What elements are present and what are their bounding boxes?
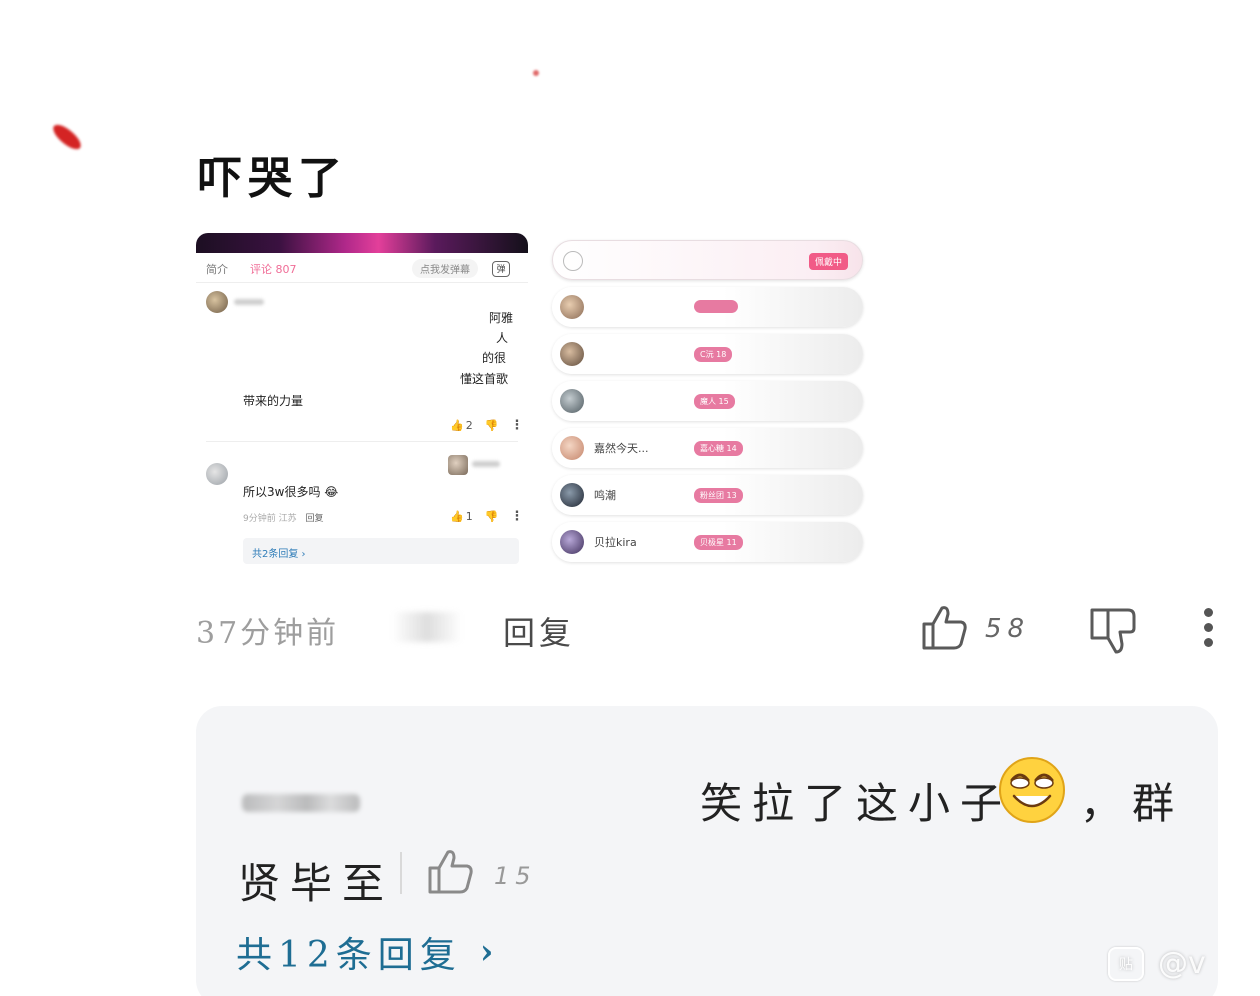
reply-username-blurred — [242, 794, 360, 812]
decorative-red-dot — [533, 70, 539, 76]
thumbs-up-icon[interactable] — [424, 846, 476, 898]
avatar — [560, 530, 584, 554]
username-blurred — [472, 461, 500, 467]
fan-name: 嘉然今天... — [594, 442, 649, 455]
reply-text: 笑拉了这小子 — [700, 779, 1013, 828]
tab-comments: 评论 807 — [250, 262, 297, 276]
fan-badge-row: 佩戴中 — [552, 240, 863, 280]
reply-text: ，群 — [1080, 779, 1185, 828]
watermark-text: @v — [1158, 946, 1206, 981]
fan-badge-row: 贝拉kira 贝极星 11 — [552, 522, 863, 562]
reply-button[interactable]: 回复 — [503, 608, 575, 654]
fan-badge — [694, 300, 738, 313]
video-strip — [196, 233, 528, 253]
username-blurred — [234, 299, 264, 305]
comment-line: 阿雅 — [489, 311, 514, 325]
thumbs-down-icon: 👎 — [484, 510, 499, 523]
comment-line: 的很 — [482, 351, 507, 365]
thumbs-up-icon: 👍 — [450, 510, 464, 523]
avatar — [448, 455, 468, 475]
fan-badge-row — [552, 287, 863, 327]
sub-reply-link: 共2条回复 › — [243, 538, 519, 564]
fan-badge-row: 鸣潮 粉丝团 13 — [552, 475, 863, 515]
like-count: 1 — [465, 510, 473, 523]
like-count: 58 — [985, 614, 1031, 644]
avatar — [560, 483, 584, 507]
thumbs-up-icon: 👍 — [450, 419, 464, 432]
divider — [206, 441, 518, 442]
avatar — [206, 463, 228, 485]
fan-badge: 魔人 15 — [694, 394, 735, 409]
avatar — [560, 389, 584, 413]
loading-icon — [563, 251, 583, 271]
avatar — [560, 342, 584, 366]
fan-badge: 贝极星 11 — [694, 535, 743, 550]
avatar — [560, 436, 584, 460]
comment-line: 带来的力量 — [243, 394, 304, 408]
laughing-emoji-icon — [999, 757, 1065, 823]
fan-badge-row: 嘉然今天... 嘉心糖 14 — [552, 428, 863, 468]
decorative-red-mark — [49, 120, 85, 154]
chevron-right-icon: › — [479, 932, 500, 972]
location-blurred — [392, 612, 462, 642]
wearing-badge: 佩戴中 — [808, 253, 848, 270]
comment-timestamp: 37分钟前 — [196, 616, 340, 651]
watermark: 贴 @v — [1108, 946, 1206, 981]
reply-text: 贤毕至 — [238, 859, 395, 908]
fan-badge-row: C沅 18 — [552, 334, 863, 374]
more-vertical-icon: ⋮ — [510, 418, 524, 433]
embedded-tab-bar: 简介 评论 807 点我发弹幕 弹 — [196, 255, 528, 283]
reply-like-count: 15 — [494, 862, 537, 890]
more-vertical-icon[interactable] — [1200, 608, 1216, 654]
fan-badge-row: 魔人 15 — [552, 381, 863, 421]
embedded-screenshot-fan-badges[interactable]: 佩戴中 C沅 18 魔人 15 嘉然今天... 嘉心糖 14 鸣潮 粉丝团 13… — [552, 238, 864, 568]
comment-text: 所以3w很多吗 😂 — [243, 485, 339, 499]
thumbs-up-icon[interactable] — [918, 602, 970, 654]
embedded-screenshot-comments[interactable]: 简介 评论 807 点我发弹幕 弹 阿雅 人 的很 懂这首歌 带来的力量 👍 2… — [196, 233, 528, 573]
fan-name: 鸣潮 — [594, 489, 616, 502]
more-vertical-icon: ⋮ — [510, 509, 524, 524]
fan-name: 贝拉kira — [594, 536, 637, 549]
comment-actions: 👍 2 👎 ⋮ — [450, 418, 523, 433]
thumbs-down-icon[interactable] — [1086, 604, 1140, 658]
tab-intro: 简介 — [206, 262, 228, 276]
comment-text: 吓哭了 — [198, 153, 348, 204]
thumbs-down-icon: 👎 — [484, 419, 499, 432]
comment-meta: 9分钟前 江苏 回复 — [243, 514, 324, 524]
view-all-replies-link[interactable]: 共12条回复 › — [236, 926, 499, 978]
fan-badge: C沅 18 — [694, 347, 733, 362]
watermark-logo: 贴 — [1108, 946, 1144, 981]
comment-actions: 👍 1 👎 ⋮ — [450, 509, 523, 524]
divider — [400, 852, 402, 894]
danmu-input: 点我发弹幕 — [412, 259, 478, 278]
danmu-icon: 弹 — [492, 260, 510, 277]
avatar — [560, 295, 584, 319]
comment-line: 人 — [496, 331, 509, 345]
avatar — [206, 291, 228, 313]
fan-badge: 粉丝团 13 — [694, 488, 743, 503]
laughing-emoji-icon: 😂 — [324, 485, 339, 499]
like-count: 2 — [465, 419, 473, 432]
comment-line: 懂这首歌 — [460, 372, 509, 386]
fan-badge: 嘉心糖 14 — [694, 441, 743, 456]
